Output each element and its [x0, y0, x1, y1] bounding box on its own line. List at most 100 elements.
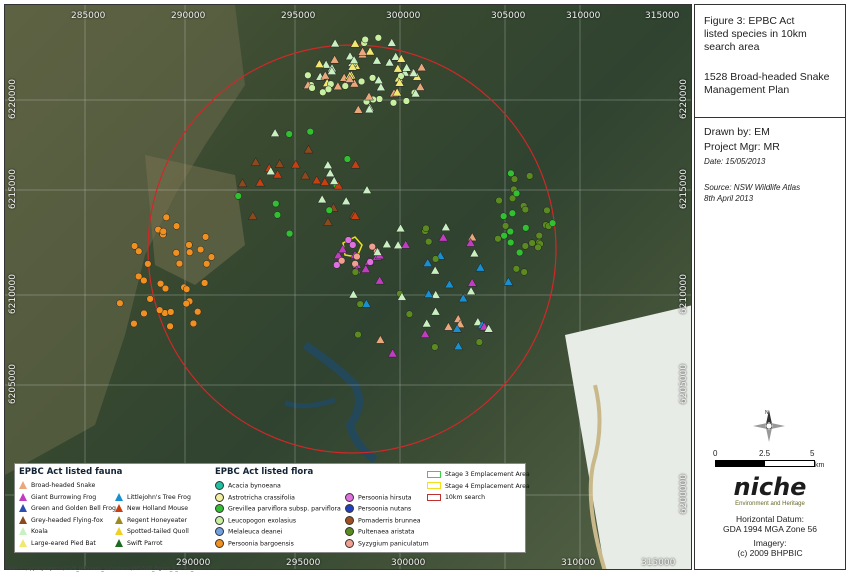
flora-record-icon[interactable] — [368, 74, 377, 82]
fauna-record-icon[interactable] — [274, 158, 285, 168]
fauna-record-icon[interactable] — [443, 321, 454, 331]
fauna-record-icon[interactable] — [372, 55, 382, 65]
fauna-record-icon[interactable] — [330, 38, 341, 48]
fauna-record-icon[interactable] — [444, 279, 455, 289]
flora-record-icon[interactable] — [156, 306, 164, 314]
fauna-record-icon[interactable] — [247, 210, 258, 220]
fauna-record-icon[interactable] — [395, 223, 406, 233]
flora-record-icon[interactable] — [354, 330, 362, 339]
fauna-record-icon[interactable] — [322, 160, 333, 169]
fauna-record-icon[interactable] — [503, 276, 514, 286]
fauna-record-icon[interactable] — [423, 289, 434, 298]
flora-record-icon[interactable] — [516, 248, 524, 257]
fauna-record-icon[interactable] — [360, 264, 371, 273]
flora-record-icon[interactable] — [306, 128, 314, 136]
flora-record-icon[interactable] — [356, 300, 364, 308]
flora-record-icon[interactable] — [506, 227, 514, 236]
flora-record-icon[interactable] — [528, 239, 536, 247]
fauna-record-icon[interactable] — [422, 258, 433, 267]
fauna-record-icon[interactable] — [350, 38, 361, 48]
flora-record-icon[interactable] — [272, 200, 280, 208]
flora-record-icon[interactable] — [374, 34, 382, 42]
fauna-record-icon[interactable] — [311, 175, 322, 185]
fauna-record-icon[interactable] — [393, 240, 404, 249]
flora-record-icon[interactable] — [166, 322, 174, 330]
fauna-record-icon[interactable] — [469, 248, 480, 258]
fauna-record-icon[interactable] — [387, 348, 398, 358]
flora-record-icon[interactable] — [512, 189, 521, 198]
flora-record-icon[interactable] — [234, 192, 242, 200]
fauna-record-icon[interactable] — [314, 59, 325, 68]
fauna-record-icon[interactable] — [323, 217, 333, 226]
flora-record-icon[interactable] — [200, 279, 209, 287]
flora-record-icon[interactable] — [405, 310, 414, 318]
flora-record-icon[interactable] — [521, 242, 529, 250]
flora-record-icon[interactable] — [175, 259, 184, 268]
fauna-record-icon[interactable] — [420, 329, 431, 338]
flora-record-icon[interactable] — [534, 243, 542, 252]
fauna-record-icon[interactable] — [303, 144, 314, 154]
flora-record-icon[interactable] — [207, 253, 216, 261]
fauna-record-icon[interactable] — [466, 286, 476, 296]
flora-record-icon[interactable] — [368, 243, 376, 251]
flora-record-icon[interactable] — [161, 284, 170, 293]
flora-record-icon[interactable] — [116, 299, 124, 307]
fauna-record-icon[interactable] — [353, 104, 364, 114]
flora-record-icon[interactable] — [543, 206, 551, 215]
fauna-record-icon[interactable] — [453, 341, 464, 351]
flora-record-icon[interactable] — [194, 308, 202, 316]
fauna-record-icon[interactable] — [319, 177, 330, 186]
flora-record-icon[interactable] — [140, 276, 148, 285]
fauna-record-icon[interactable] — [290, 159, 301, 169]
flora-record-icon[interactable] — [144, 260, 152, 268]
flora-record-icon[interactable] — [357, 77, 366, 86]
flora-record-icon[interactable] — [351, 260, 359, 268]
fauna-record-icon[interactable] — [467, 232, 478, 242]
flora-record-icon[interactable] — [402, 97, 411, 105]
flora-record-icon[interactable] — [203, 260, 211, 268]
flora-record-icon[interactable] — [325, 206, 333, 214]
flora-record-icon[interactable] — [186, 248, 194, 256]
flora-record-icon[interactable] — [159, 227, 167, 236]
fauna-record-icon[interactable] — [325, 168, 336, 178]
flora-record-icon[interactable] — [172, 249, 180, 257]
flora-record-icon[interactable] — [535, 231, 543, 240]
flora-record-icon[interactable] — [500, 232, 508, 240]
flora-record-icon[interactable] — [185, 241, 193, 249]
flora-record-icon[interactable] — [308, 84, 316, 92]
flora-record-icon[interactable] — [304, 71, 312, 79]
flora-record-icon[interactable] — [425, 237, 433, 246]
fauna-record-icon[interactable] — [317, 194, 328, 204]
flora-record-icon[interactable] — [422, 224, 430, 233]
fauna-record-icon[interactable] — [400, 239, 411, 249]
flora-record-icon[interactable] — [172, 222, 181, 230]
flora-record-icon[interactable] — [130, 320, 138, 328]
fauna-record-icon[interactable] — [237, 178, 248, 188]
fauna-record-icon[interactable] — [440, 222, 451, 231]
flora-record-icon[interactable] — [130, 242, 139, 250]
flora-record-icon[interactable] — [500, 212, 508, 220]
flora-record-icon[interactable] — [548, 219, 557, 227]
fauna-record-icon[interactable] — [362, 185, 372, 194]
flora-record-icon[interactable] — [324, 85, 333, 93]
flora-record-icon[interactable] — [508, 209, 517, 217]
flora-record-icon[interactable] — [512, 265, 521, 273]
flora-record-icon[interactable] — [146, 295, 154, 303]
fauna-record-icon[interactable] — [350, 159, 361, 169]
flora-record-icon[interactable] — [140, 309, 148, 318]
fauna-record-icon[interactable] — [421, 318, 432, 328]
flora-record-icon[interactable] — [189, 319, 198, 328]
flora-record-icon[interactable] — [397, 72, 405, 80]
flora-record-icon[interactable] — [196, 245, 205, 254]
flora-record-icon[interactable] — [351, 268, 360, 276]
fauna-record-icon[interactable] — [270, 128, 281, 137]
flora-record-icon[interactable] — [366, 258, 374, 266]
flora-record-icon[interactable] — [510, 175, 519, 183]
fauna-record-icon[interactable] — [416, 62, 427, 72]
flora-record-icon[interactable] — [361, 35, 369, 44]
flora-record-icon[interactable] — [375, 95, 384, 103]
flora-record-icon[interactable] — [273, 211, 282, 219]
fauna-record-icon[interactable] — [392, 63, 403, 73]
fauna-record-icon[interactable] — [375, 82, 386, 92]
flora-record-icon[interactable] — [182, 299, 190, 308]
